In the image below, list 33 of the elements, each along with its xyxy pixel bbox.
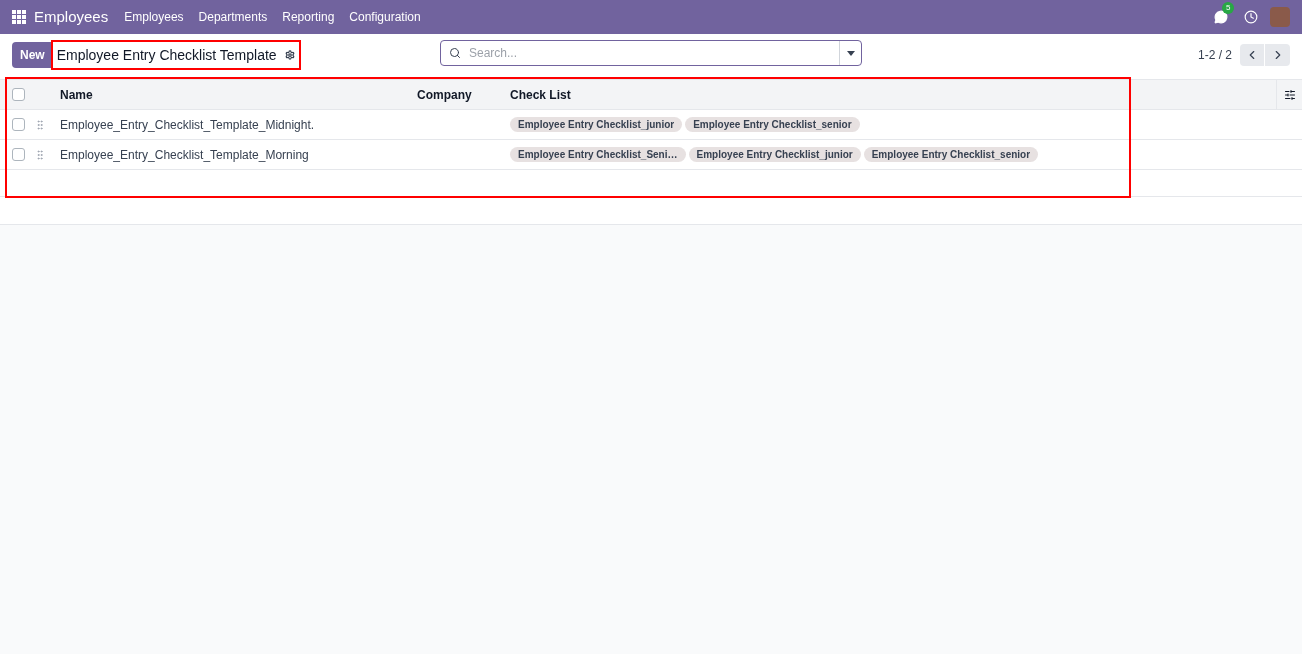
app-grid-icon[interactable]	[12, 10, 26, 24]
column-header[interactable]: Check List	[510, 85, 1276, 104]
gear-icon[interactable]	[284, 50, 295, 60]
new-button[interactable]: New	[12, 42, 53, 68]
row-checkbox[interactable]	[12, 88, 25, 101]
name-cell-text: Employee_Entry_Checklist_Template_Midnight.	[60, 116, 316, 134]
message-count-badge: 5	[1222, 2, 1235, 14]
menu-item[interactable]: Configuration	[349, 8, 421, 26]
drag-handle-icon[interactable]	[34, 118, 46, 131]
row-checkbox[interactable]	[12, 148, 25, 161]
clock-icon[interactable]	[1244, 10, 1258, 24]
drag-handle-icon[interactable]	[34, 148, 46, 161]
menu-item[interactable]: Departments	[198, 8, 268, 26]
column-header[interactable]: Company	[417, 85, 510, 104]
app-name[interactable]: Employees	[34, 5, 109, 29]
menu-item[interactable]: Employees	[124, 8, 184, 26]
checklist-tag: Employee Entry Checklist_senior	[863, 147, 1039, 162]
chat-icon[interactable]	[1214, 10, 1228, 24]
checklist-tag: Employee Entry Checklist_senior	[685, 117, 860, 132]
checklist-tag: Employee Entry Checklist_junior	[510, 117, 683, 132]
menu-item[interactable]: Reporting	[282, 8, 335, 26]
column-settings-icon[interactable]	[1283, 88, 1296, 101]
checklist-tag: Employee Entry Checklist_junior	[688, 147, 861, 162]
search-field[interactable]: Search...	[440, 40, 862, 66]
name-cell-text: Employee_Entry_Checklist_Template_Morning	[60, 146, 310, 164]
pager-value[interactable]: 1-2 / 2	[1197, 46, 1232, 64]
search-input[interactable]: Search...	[469, 44, 839, 62]
caret-icon	[846, 50, 855, 56]
column-header[interactable]: Name	[60, 85, 417, 104]
search-icon	[449, 47, 461, 59]
page-title: Employee Entry Checklist Template	[56, 45, 277, 65]
checklist-tag: Employee Entry Checklist_Seni…	[510, 147, 686, 162]
row-checkbox[interactable]	[12, 118, 25, 131]
